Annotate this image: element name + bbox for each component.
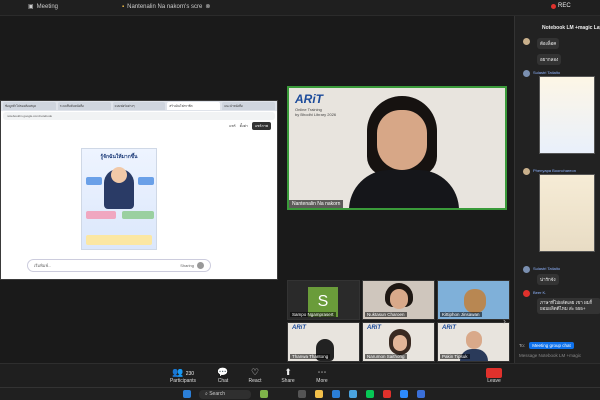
participant-face bbox=[390, 289, 408, 309]
participant-tile[interactable]: ARiT Pakin Tipsuk bbox=[437, 322, 510, 362]
participant-tile[interactable]: Nuktasun Charoen bbox=[362, 280, 435, 320]
word-icon[interactable] bbox=[417, 390, 425, 398]
participant-tile[interactable]: Kittiphon Jinsawan bbox=[437, 280, 510, 320]
poster-title: รู้จักฉันให้มากขึ้น bbox=[100, 154, 138, 160]
react-button[interactable]: ♡ React bbox=[240, 367, 270, 384]
meeting-icon: ▣ bbox=[28, 4, 34, 10]
participant-face bbox=[466, 331, 482, 349]
windows-taskbar: ⌕ Search bbox=[0, 387, 600, 400]
settings-link[interactable]: ตั้งค่า bbox=[240, 123, 248, 129]
browser-tab[interactable]: สร้างอินโฟกราฟิก bbox=[167, 102, 221, 110]
poster-box bbox=[122, 211, 154, 219]
prompt-input[interactable]: เริ่มพิมพ์... Sharing bbox=[27, 259, 211, 272]
arit-logo: ARiT bbox=[295, 92, 323, 106]
logo-subtitle: Online Training by Bhodhi Library 2026 bbox=[295, 107, 337, 117]
store-icon[interactable] bbox=[349, 390, 357, 398]
shared-screen[interactable]: ข้อมูลทั่วไปของห้องสมุด ระบบสืบค้นหนังสื… bbox=[0, 100, 278, 280]
share-icon: ⬆ bbox=[284, 367, 292, 377]
poster-box bbox=[86, 177, 102, 185]
poster-face bbox=[111, 167, 127, 183]
chat-image[interactable] bbox=[539, 76, 595, 154]
chat-title: Notebook LM +magic Lay bbox=[542, 25, 600, 31]
title-bar: ▣ Meeting ▪ Nantenalin Na nakorn's scre … bbox=[0, 0, 600, 16]
arit-logo: ARiT bbox=[367, 325, 381, 331]
screen-share-tab[interactable]: ▪ Nantenalin Na nakorn's scre ⊗ bbox=[122, 3, 210, 11]
more-button[interactable]: ⋯ More bbox=[307, 367, 337, 384]
share-screen-button[interactable]: ⬆ Share bbox=[273, 367, 303, 384]
meeting-tab[interactable]: ▣ Meeting bbox=[28, 3, 58, 11]
avatar bbox=[523, 266, 530, 273]
participant-name: Sampo Ngamprasert bbox=[290, 312, 336, 317]
dog-avatar bbox=[464, 289, 486, 313]
file-explorer-icon[interactable] bbox=[315, 390, 323, 398]
send-icon[interactable] bbox=[197, 262, 204, 269]
poster-box bbox=[138, 177, 154, 185]
active-speaker-video[interactable]: ARiT Online Training by Bhodhi Library 2… bbox=[287, 86, 507, 210]
speaker-face bbox=[377, 110, 427, 170]
browser-tab[interactable]: แบบฟอร์มต่างๆ bbox=[112, 102, 166, 110]
participant-name: Kittiphon Jinsawan bbox=[440, 312, 482, 317]
participant-name: Thanwa Thantong bbox=[290, 354, 331, 359]
react-icon: ♡ bbox=[250, 367, 260, 377]
speaker-name: Nantenalin Na nakorn bbox=[289, 200, 344, 208]
participant-tile[interactable]: S Sampo Ngamprasert bbox=[287, 280, 360, 320]
chat-input[interactable]: Message Notebook LM +magic bbox=[519, 353, 599, 358]
browser-tab[interactable]: แนะนำหนังสือ bbox=[222, 102, 275, 110]
participant-name: Narumon Saithong bbox=[365, 354, 407, 359]
participant-name: Nuktasun Charoen bbox=[365, 312, 407, 317]
chrome-icon[interactable] bbox=[383, 390, 391, 398]
record-dot-icon bbox=[551, 3, 556, 9]
speaker-shirt bbox=[349, 170, 459, 208]
task-view-icon[interactable] bbox=[298, 390, 306, 398]
participants-icon: 👥 230 bbox=[171, 367, 195, 377]
avatar bbox=[523, 70, 530, 77]
avatar bbox=[523, 290, 530, 297]
browser-tabs: ข้อมูลทั่วไปของห้องสมุด ระบบสืบค้นหนังสื… bbox=[1, 101, 277, 111]
participant-name: Pakin Tipsuk bbox=[440, 354, 470, 359]
gallery-next-icon[interactable]: › bbox=[503, 316, 506, 326]
share-screen-icon: ▪ bbox=[122, 3, 125, 10]
browser-tab[interactable]: ข้อมูลทั่วไปของห้องสมุด bbox=[3, 102, 56, 110]
close-icon[interactable]: ⊗ bbox=[205, 3, 210, 10]
arit-logo: ARiT bbox=[442, 325, 456, 331]
participants-button[interactable]: 👥 230 Participants bbox=[168, 367, 198, 384]
widget-icon[interactable] bbox=[260, 390, 268, 398]
recipient-chip[interactable]: Meeting group chat bbox=[529, 342, 574, 349]
chat-icon: 💬 bbox=[217, 367, 229, 377]
chat-button[interactable]: 💬 Chat bbox=[208, 367, 238, 384]
share-link[interactable]: แชร์ bbox=[229, 123, 236, 129]
poster-footer bbox=[86, 235, 152, 245]
infographic-poster: รู้จักฉันให้มากขึ้น bbox=[81, 148, 157, 250]
leave-button[interactable]: Leave bbox=[479, 378, 509, 384]
chat-panel: Notebook LM +magic Lay ต้องล็อค อยากลอง … bbox=[514, 16, 600, 363]
avatar bbox=[523, 38, 530, 45]
leave-icon[interactable] bbox=[486, 368, 502, 378]
edge-icon[interactable] bbox=[332, 390, 340, 398]
arit-logo: ARiT bbox=[292, 325, 306, 331]
notebook-toolbar: แชร์ ตั้งค่า แชร์ภาพ bbox=[1, 121, 277, 131]
participant-tile[interactable]: ARiT Narumon Saithong bbox=[362, 322, 435, 362]
meeting-controls: 👥 230 Participants 💬 Chat ♡ React ⬆ Shar… bbox=[0, 363, 600, 387]
avatar bbox=[523, 168, 530, 175]
poster-box bbox=[86, 211, 116, 219]
browser-tab[interactable]: ระบบสืบค้นหนังสือ bbox=[57, 102, 111, 110]
share-button[interactable]: แชร์ภาพ bbox=[251, 122, 271, 130]
participant-face bbox=[393, 335, 407, 351]
address-bar[interactable]: notebooklm.google.com/notebook bbox=[3, 112, 275, 120]
chat-composer[interactable]: To: Meeting group chat Message Notebook … bbox=[519, 342, 599, 358]
chat-image[interactable] bbox=[539, 174, 595, 252]
participant-tile[interactable]: ARiT Thanwa Thantong bbox=[287, 322, 360, 362]
taskbar-search[interactable]: ⌕ Search bbox=[199, 390, 251, 399]
line-icon[interactable] bbox=[366, 390, 374, 398]
zoom-icon[interactable] bbox=[400, 390, 408, 398]
recording-indicator[interactable]: REC bbox=[551, 3, 571, 9]
participant-gallery: S Sampo Ngamprasert Nuktasun Charoen Kit… bbox=[287, 280, 512, 362]
windows-start-icon[interactable] bbox=[183, 390, 191, 398]
more-icon: ⋯ bbox=[317, 367, 327, 377]
